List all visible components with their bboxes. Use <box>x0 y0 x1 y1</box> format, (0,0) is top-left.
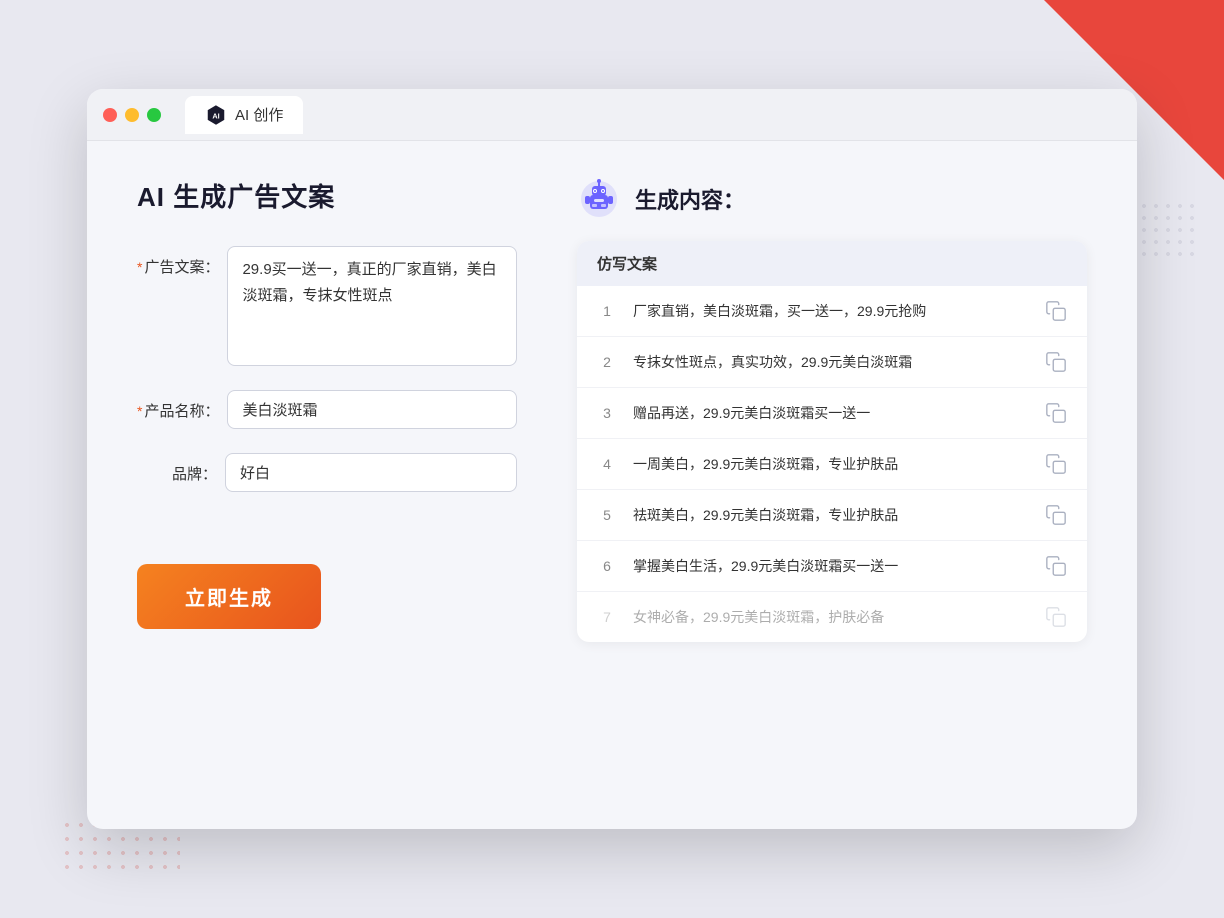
robot-icon <box>577 177 621 221</box>
copy-icon[interactable] <box>1045 504 1067 526</box>
results-title: 生成内容： <box>635 183 745 215</box>
result-row: 3 赠品再送，29.9元美白淡斑霜买一送一 <box>577 388 1087 439</box>
brand-group: 品牌： 好白 <box>137 453 517 492</box>
generate-button[interactable]: 立即生成 <box>137 564 321 629</box>
copy-icon[interactable] <box>1045 300 1067 322</box>
copy-icon[interactable] <box>1045 351 1067 373</box>
result-row: 4 一周美白，29.9元美白淡斑霜，专业护肤品 <box>577 439 1087 490</box>
tab-label: AI 创作 <box>235 104 283 125</box>
results-table-header: 仿写文案 <box>577 241 1087 286</box>
result-text: 女神必备，29.9元美白淡斑霜，护肤必备 <box>633 607 1029 628</box>
copy-icon[interactable] <box>1045 555 1067 577</box>
ad-copy-input[interactable]: 29.9买一送一，真正的厂家直销，美白淡斑霜，专抹女性斑点 <box>227 246 517 366</box>
title-bar: AI AI 创作 <box>87 89 1137 141</box>
ad-copy-label: *广告文案： <box>137 246 219 277</box>
traffic-lights <box>103 108 161 122</box>
copy-icon[interactable] <box>1045 402 1067 424</box>
browser-window: AI AI 创作 AI 生成广告文案 *广告文案： 29.9买一送一，真正的厂家… <box>87 89 1137 829</box>
close-button[interactable] <box>103 108 117 122</box>
minimize-button[interactable] <box>125 108 139 122</box>
result-number: 2 <box>597 354 617 370</box>
result-text: 一周美白，29.9元美白淡斑霜，专业护肤品 <box>633 454 1029 475</box>
result-number: 6 <box>597 558 617 574</box>
result-number: 5 <box>597 507 617 523</box>
result-number: 7 <box>597 609 617 625</box>
result-row: 1 厂家直销，美白淡斑霜，买一送一，29.9元抢购 <box>577 286 1087 337</box>
result-row: 2 专抹女性斑点，真实功效，29.9元美白淡斑霜 <box>577 337 1087 388</box>
results-table: 仿写文案 1 厂家直销，美白淡斑霜，买一送一，29.9元抢购 2 专抹女性斑点，真实… <box>577 241 1087 642</box>
results-list: 1 厂家直销，美白淡斑霜，买一送一，29.9元抢购 2 专抹女性斑点，真实功效，29… <box>577 286 1087 642</box>
right-panel: 生成内容： 仿写文案 1 厂家直销，美白淡斑霜，买一送一，29.9元抢购 2 专抹女… <box>577 177 1087 793</box>
result-row: 6 掌握美白生活，29.9元美白淡斑霜买一送一 <box>577 541 1087 592</box>
brand-input[interactable]: 好白 <box>225 453 517 492</box>
result-number: 4 <box>597 456 617 472</box>
brand-label: 品牌： <box>137 453 217 484</box>
result-text: 赠品再送，29.9元美白淡斑霜买一送一 <box>633 403 1029 424</box>
left-panel: AI 生成广告文案 *广告文案： 29.9买一送一，真正的厂家直销，美白淡斑霜，… <box>137 177 517 793</box>
result-row: 7 女神必备，29.9元美白淡斑霜，护肤必备 <box>577 592 1087 642</box>
product-name-required: * <box>137 403 142 419</box>
copy-icon[interactable] <box>1045 453 1067 475</box>
ad-copy-group: *广告文案： 29.9买一送一，真正的厂家直销，美白淡斑霜，专抹女性斑点 <box>137 246 517 366</box>
svg-text:AI: AI <box>212 111 219 120</box>
results-header: 生成内容： <box>577 177 1087 221</box>
result-number: 3 <box>597 405 617 421</box>
product-name-input[interactable]: 美白淡斑霜 <box>227 390 517 429</box>
page-title: AI 生成广告文案 <box>137 177 517 214</box>
result-row: 5 祛斑美白，29.9元美白淡斑霜，专业护肤品 <box>577 490 1087 541</box>
maximize-button[interactable] <box>147 108 161 122</box>
product-name-label: *产品名称： <box>137 390 219 421</box>
ai-tab-icon: AI <box>205 104 227 126</box>
product-name-group: *产品名称： 美白淡斑霜 <box>137 390 517 429</box>
ai-tab[interactable]: AI AI 创作 <box>185 96 303 134</box>
result-text: 掌握美白生活，29.9元美白淡斑霜买一送一 <box>633 556 1029 577</box>
result-text: 祛斑美白，29.9元美白淡斑霜，专业护肤品 <box>633 505 1029 526</box>
ad-copy-required: * <box>137 259 142 275</box>
result-text: 厂家直销，美白淡斑霜，买一送一，29.9元抢购 <box>633 301 1029 322</box>
copy-icon[interactable] <box>1045 606 1067 628</box>
result-text: 专抹女性斑点，真实功效，29.9元美白淡斑霜 <box>633 352 1029 373</box>
content-area: AI 生成广告文案 *广告文案： 29.9买一送一，真正的厂家直销，美白淡斑霜，… <box>87 141 1137 829</box>
results-table-header-text: 仿写文案 <box>597 256 657 273</box>
result-number: 1 <box>597 303 617 319</box>
